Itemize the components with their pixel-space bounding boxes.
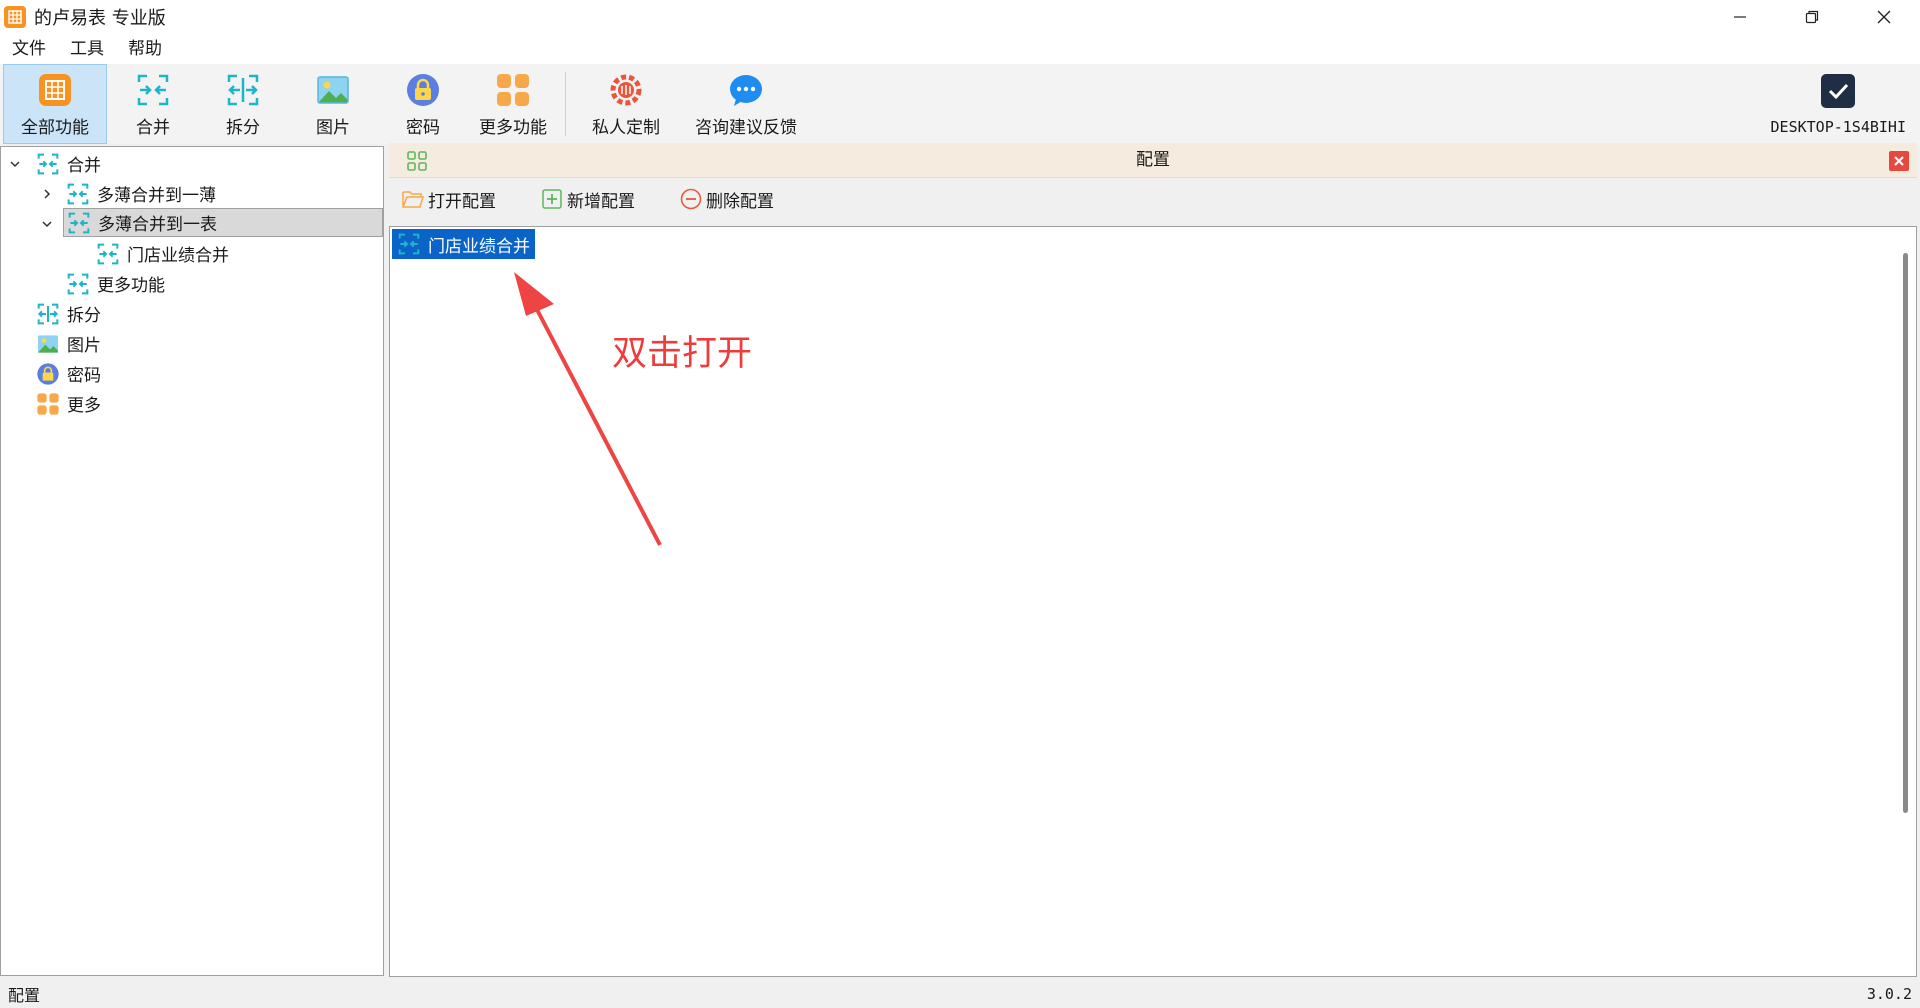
tree-item-merge[interactable]: 合并	[5, 149, 101, 178]
toolbar-label: 咨询建议反馈	[695, 117, 797, 138]
merge-icon	[65, 271, 91, 297]
folder-open-icon	[401, 187, 425, 211]
menu-tools[interactable]: 工具	[58, 34, 116, 64]
tree-item-label: 更多	[67, 396, 101, 416]
delete-config-button[interactable]: 删除配置	[679, 187, 774, 212]
tree-item-label: 多薄合并到一薄	[97, 186, 216, 206]
title-bar: 的卢易表 专业版	[0, 0, 1920, 34]
chevron-down-icon[interactable]	[37, 218, 57, 230]
minimize-icon	[1734, 16, 1746, 18]
config-item-store-performance-merge[interactable]: 门店业绩合并	[392, 229, 535, 259]
tree-item-label: 合并	[67, 156, 101, 176]
tree-item-multi-book-to-sheet[interactable]: 多薄合并到一表	[63, 208, 383, 237]
function-tree: 合并 多薄合并到一薄 多薄合并到一表 门店业绩合并 更多功能 拆分 图片 密码 …	[0, 146, 384, 976]
minus-circle-icon	[679, 187, 703, 211]
toolbar-label: 全部功能	[21, 117, 89, 138]
tree-item-multi-book-to-book[interactable]: 多薄合并到一薄	[37, 179, 216, 208]
image-button[interactable]: 图片	[289, 64, 377, 144]
close-button[interactable]	[1848, 0, 1920, 34]
status-text: 配置	[8, 985, 41, 1005]
config-close-button[interactable]	[1889, 151, 1909, 171]
config-title: 配置	[1136, 150, 1170, 170]
toolbar-label: 合并	[136, 117, 170, 138]
plus-icon	[540, 187, 564, 211]
window-title: 的卢易表 专业版	[34, 8, 166, 29]
tree-item-label: 门店业绩合并	[127, 246, 229, 266]
toolbar-label: 密码	[406, 117, 440, 138]
annotation-text: 双击打开	[612, 334, 753, 374]
status-bar: 配置 3.0.2	[0, 979, 1920, 1008]
toolbar-separator	[565, 72, 566, 136]
config-actions: 打开配置 新增配置 删除配置	[389, 179, 1917, 219]
toolbar-label: 图片	[316, 117, 350, 138]
close-icon	[1894, 156, 1904, 166]
tree-item-label: 图片	[67, 336, 101, 356]
lock-icon	[404, 71, 442, 109]
all-features-button[interactable]: 全部功能	[3, 64, 107, 144]
minimize-button[interactable]	[1704, 0, 1776, 34]
password-button[interactable]: 密码	[379, 64, 467, 144]
tree-item-label: 拆分	[67, 306, 101, 326]
chat-icon	[727, 71, 765, 109]
vertical-scrollbar[interactable]	[1903, 253, 1908, 813]
menu-file[interactable]: 文件	[0, 34, 58, 64]
customize-icon	[607, 71, 645, 109]
all-features-icon	[36, 71, 74, 109]
close-icon	[1877, 10, 1891, 24]
more-features-button[interactable]: 更多功能	[469, 64, 557, 144]
menu-bar: 文件 工具 帮助	[0, 34, 1920, 64]
user-account-button[interactable]: DESKTOP-1S4BIHI	[1771, 64, 1906, 144]
chevron-right-icon[interactable]	[37, 188, 57, 200]
add-config-button[interactable]: 新增配置	[540, 187, 635, 212]
annotation-arrow	[514, 272, 662, 546]
split-icon	[224, 71, 262, 109]
merge-icon	[396, 232, 422, 256]
maximize-button[interactable]	[1776, 0, 1848, 34]
tree-item-store-performance-merge[interactable]: 门店业绩合并	[95, 239, 229, 268]
more-grid-icon	[35, 391, 61, 417]
toolbar-label: 私人定制	[592, 117, 660, 138]
merge-icon	[35, 151, 61, 177]
tree-item-more[interactable]: 更多	[35, 389, 101, 418]
toolbar: 全部功能 合并 拆分 图片 密码 更多功能 私人定制 咨询建议反馈 DESKTO…	[0, 64, 1920, 144]
open-config-label: 打开配置	[428, 191, 496, 212]
toolbar-label: 拆分	[226, 117, 260, 138]
tree-item-multi-book-to-sheet-expander[interactable]	[37, 209, 57, 238]
add-config-label: 新增配置	[567, 191, 635, 212]
tree-item-merge-more[interactable]: 更多功能	[65, 269, 165, 298]
tree-item-label: 密码	[67, 366, 101, 386]
open-config-button[interactable]: 打开配置	[401, 187, 496, 212]
config-item-label: 门店业绩合并	[428, 236, 530, 257]
user-label: DESKTOP-1S4BIHI	[1770, 117, 1906, 136]
tree-item-label: 多薄合并到一表	[98, 215, 217, 235]
image-icon	[314, 71, 352, 109]
more-grid-icon	[494, 71, 532, 109]
feedback-button[interactable]: 咨询建议反馈	[682, 64, 810, 144]
merge-icon	[134, 71, 172, 109]
app-logo-icon	[4, 6, 26, 28]
lock-icon	[35, 361, 61, 387]
version-label: 3.0.2	[1866, 984, 1912, 1003]
split-icon	[35, 301, 61, 327]
merge-button[interactable]: 合并	[109, 64, 197, 144]
check-badge-icon	[1820, 73, 1856, 114]
merge-icon	[95, 241, 121, 267]
customize-button[interactable]: 私人定制	[572, 64, 680, 144]
tree-item-password[interactable]: 密码	[35, 359, 101, 388]
tree-item-image[interactable]: 图片	[35, 329, 101, 358]
tree-item-label: 更多功能	[97, 276, 165, 296]
toolbar-label: 更多功能	[479, 117, 547, 138]
restore-icon	[1805, 10, 1819, 24]
config-header: 配置	[389, 143, 1917, 178]
merge-icon	[66, 210, 92, 236]
delete-config-label: 删除配置	[706, 191, 774, 212]
split-button[interactable]: 拆分	[199, 64, 287, 144]
chevron-down-icon[interactable]	[5, 158, 25, 170]
merge-icon	[65, 181, 91, 207]
menu-help[interactable]: 帮助	[116, 34, 174, 64]
tree-item-split[interactable]: 拆分	[35, 299, 101, 328]
image-icon	[35, 331, 61, 357]
